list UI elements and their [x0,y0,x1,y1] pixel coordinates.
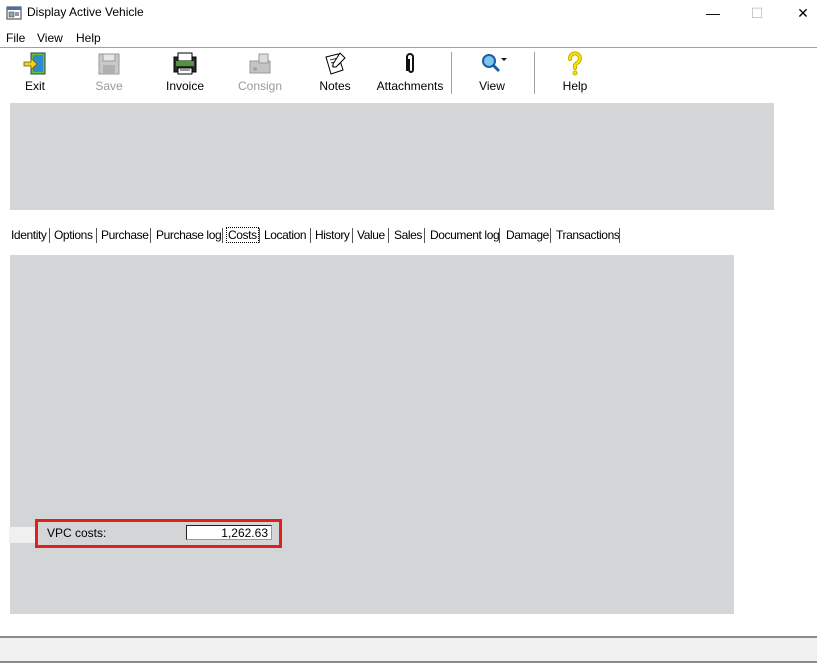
menu-view[interactable]: View [37,31,63,45]
question-icon [568,51,582,76]
toolbar-separator-2 [534,52,535,94]
view-label: View [479,79,505,93]
minimize-button[interactable]: — [690,0,736,28]
tab-purchase-log[interactable]: Purchase log [156,228,222,242]
maximize-button[interactable]: ☐ [734,0,780,28]
exit-button[interactable]: Exit [14,51,56,97]
invoice-button[interactable]: Invoice [160,51,210,97]
menu-file[interactable]: File [6,31,25,45]
app-icon [6,6,22,20]
exit-label: Exit [24,79,45,93]
tab-separator [96,228,97,243]
tab-separator [310,228,311,243]
vehicle-header-panel [10,103,774,210]
invoice-icon [173,52,197,75]
consign-label: Consign [237,79,283,93]
costs-tab-panel [10,255,734,614]
save-button[interactable]: Save [88,51,130,97]
help-label: Help [562,79,588,93]
tab-separator [222,228,223,243]
tab-location[interactable]: Location [264,228,307,242]
tab-costs[interactable]: Costs [226,227,259,243]
window-title: Display Active Vehicle [27,5,144,19]
notes-button[interactable]: Notes [313,51,357,97]
save-icon [98,53,120,75]
tab-document-log[interactable]: Document log [430,228,500,242]
tab-identity[interactable]: Identity [11,228,47,242]
notes-label: Notes [319,79,351,93]
tab-separator [424,228,425,243]
toolbar-separator [451,52,452,94]
tab-options[interactable]: Options [54,228,93,242]
tab-damage[interactable]: Damage [506,228,549,242]
tab-history[interactable]: History [315,228,350,242]
toolbar: Exit Save Invoice Consign Notes Attachme… [0,48,817,100]
consign-icon [249,53,271,74]
vpc-costs-label: VPC costs: [47,526,107,540]
exit-icon [23,52,46,75]
tab-value[interactable]: Value [357,228,385,242]
tab-separator [499,228,500,243]
vpc-costs-field[interactable]: 1,262.63 [186,525,272,540]
tab-separator [259,228,260,243]
paperclip-icon [406,53,414,73]
save-label: Save [95,79,123,93]
tab-separator [388,228,389,243]
vpc-costs-row: VPC costs: 1,262.63 [35,519,282,548]
notes-icon [325,52,346,75]
tab-purchase[interactable]: Purchase [101,228,149,242]
tab-separator [352,228,353,243]
magnifier-icon [482,54,507,73]
title-bar: Display Active Vehicle — ☐ ✕ [0,0,817,28]
tab-separator [619,228,620,243]
tab-separator [150,228,151,243]
consign-button[interactable]: Consign [234,51,286,97]
close-button[interactable]: ✕ [780,0,817,28]
menu-bar: File View Help [0,29,817,47]
tab-separator [550,228,551,243]
view-button[interactable]: View [470,51,514,97]
attachments-label: Attachments [376,79,444,93]
tab-transactions[interactable]: Transactions [556,228,620,242]
invoice-label: Invoice [165,79,205,93]
help-button[interactable]: Help [553,51,597,97]
menu-help[interactable]: Help [76,31,101,45]
status-bar [0,638,817,663]
tab-sales[interactable]: Sales [394,228,422,242]
row-stub [9,527,35,543]
tab-separator [49,228,50,243]
attachments-button[interactable]: Attachments [374,51,446,97]
